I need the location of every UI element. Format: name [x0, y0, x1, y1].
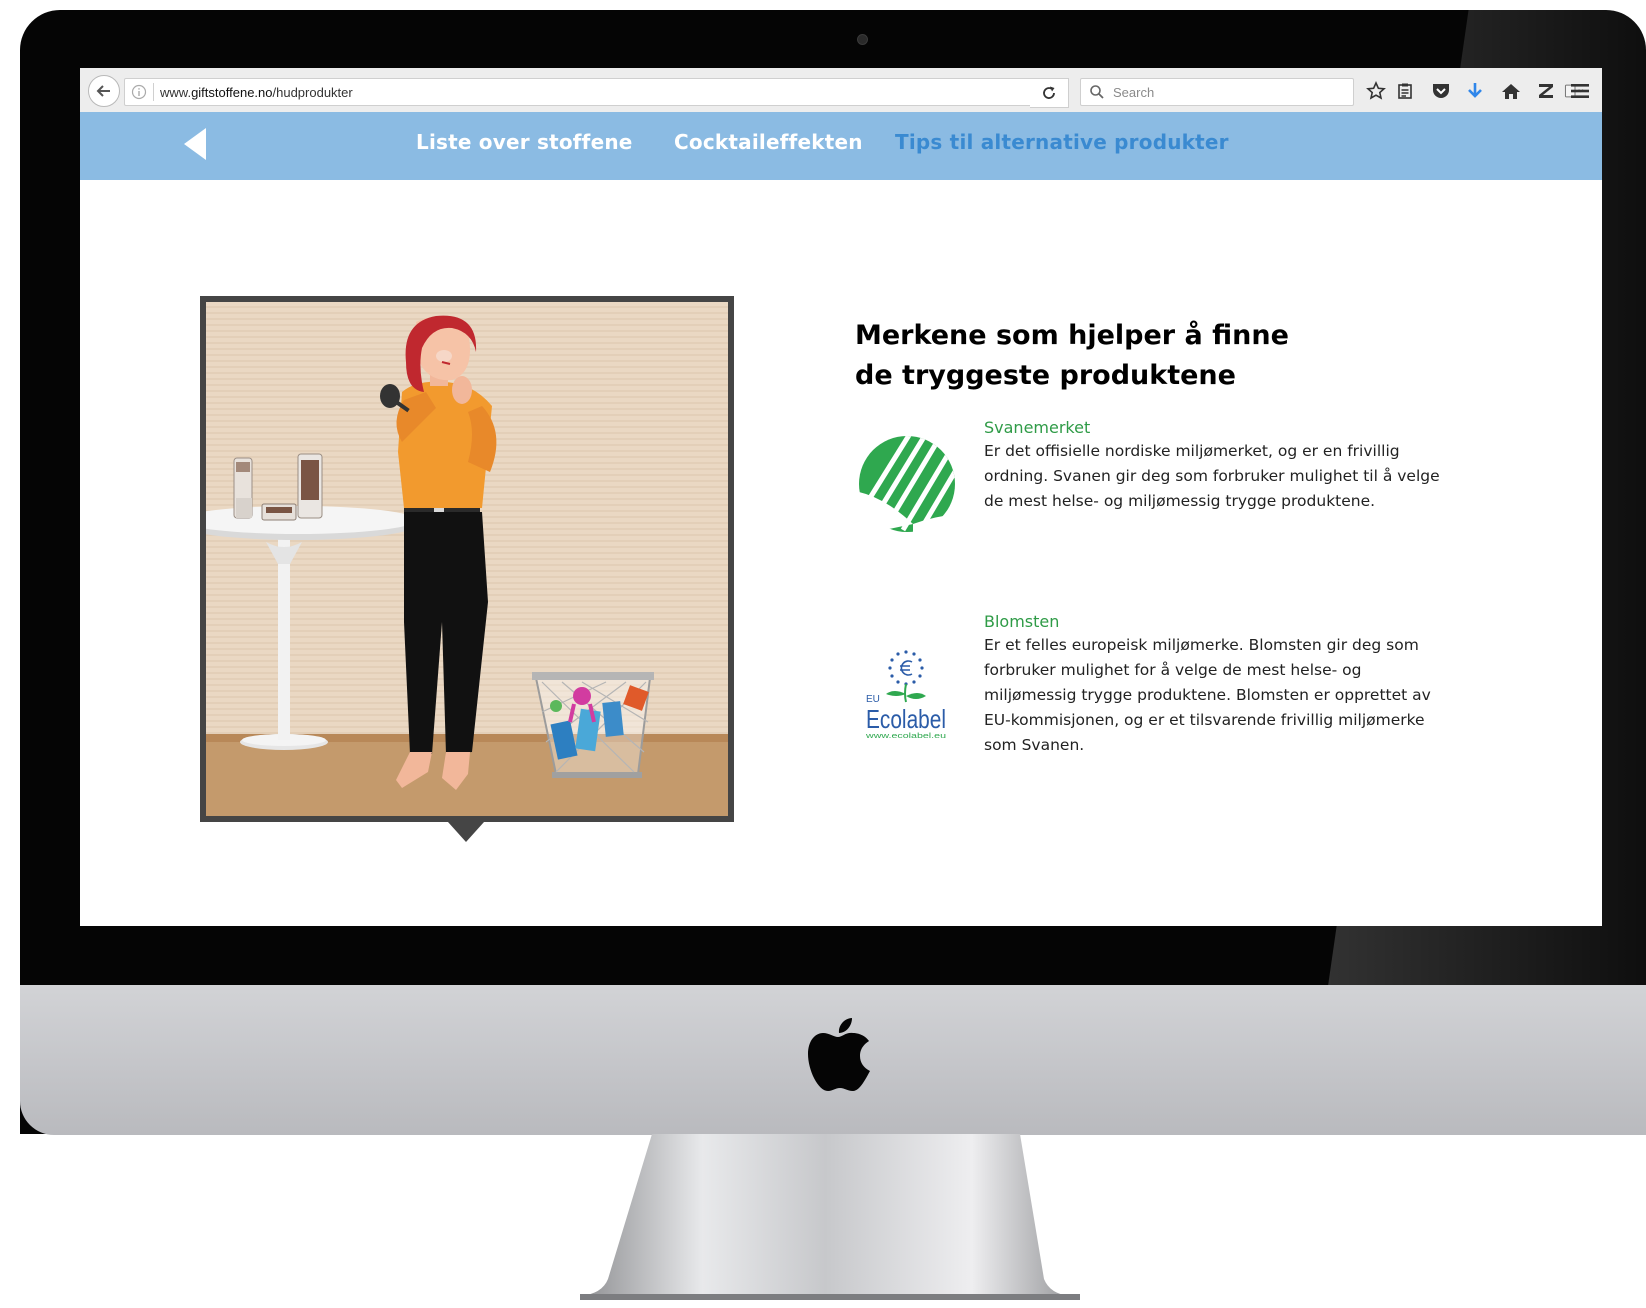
apple-logo-icon — [808, 1018, 870, 1091]
download-arrow-icon — [1468, 83, 1482, 98]
label-text-blomsten: Er et felles europeisk miljømerke. Bloms… — [984, 636, 1431, 754]
eu-ecolabel-flower-logo: EU Ecolabel www.ecolabel.eu — [858, 644, 954, 746]
label-title-blomsten: Blomsten — [984, 612, 1060, 631]
label-title-svanemerket: Svanemerket — [984, 418, 1091, 437]
page-headline: Merkene som hjelper å finne de tryggeste… — [855, 316, 1415, 396]
hamburger-icon — [1571, 84, 1589, 98]
hamburger-menu-button[interactable] — [1569, 80, 1591, 102]
headline-line-1: Merkene som hjelper å finne — [855, 320, 1289, 351]
reload-button[interactable] — [1030, 78, 1069, 108]
nav-liste-over-stoffene[interactable]: Liste over stoffene — [416, 130, 633, 154]
home-icon — [1502, 84, 1520, 99]
nav-back-triangle-icon[interactable] — [180, 126, 210, 162]
ecolabel-word-text: Ecolabel — [866, 704, 946, 734]
pocket-button[interactable] — [1430, 80, 1452, 102]
camera — [857, 34, 868, 45]
illustration-frame — [200, 296, 734, 822]
zotero-button[interactable] — [1535, 80, 1557, 102]
woman-applying-makeup-illustration — [206, 302, 728, 816]
bookmark-star-button[interactable] — [1365, 80, 1387, 102]
label-svanemerket: Svanemerket Er det offisielle nordiske m… — [984, 418, 1454, 514]
star-icon — [1366, 81, 1386, 100]
illustration-pointer — [448, 822, 484, 842]
url-domain: giftstoffene.no — [191, 84, 273, 100]
reload-icon — [1043, 86, 1055, 99]
site-nav: Liste over stoffene Cocktaileffekten Tip… — [80, 112, 1602, 180]
label-text-svanemerket: Er det offisielle nordiske miljømerket, … — [984, 442, 1440, 510]
headline-line-2: de tryggeste produktene — [855, 360, 1236, 391]
nav-tips-alternative-produkter[interactable]: Tips til alternative produkter — [895, 130, 1229, 154]
screen: www.giftstoffene.no/hudprodukter Search — [80, 68, 1602, 926]
illustration — [206, 302, 728, 816]
monitor-stand — [580, 1134, 1080, 1300]
url-path: /hudprodukter — [272, 84, 353, 100]
url-separator — [153, 83, 154, 101]
address-bar[interactable]: www.giftstoffene.no/hudprodukter — [124, 78, 1032, 106]
nordic-swan-ecolabel-logo — [855, 436, 959, 536]
label-blomsten: Blomsten Er et felles europeisk miljømer… — [984, 612, 1454, 758]
nav-cocktaileffekten[interactable]: Cocktaileffekten — [674, 130, 863, 154]
search-input[interactable]: Search — [1080, 78, 1354, 106]
url-prefix: www. — [160, 84, 192, 100]
zotero-z-icon — [1539, 84, 1553, 98]
pocket-icon — [1433, 84, 1449, 98]
ecolabel-site-text: www.ecolabel.eu — [864, 733, 946, 740]
url-text: www.giftstoffene.no/hudprodukter — [160, 85, 353, 100]
search-icon — [1090, 85, 1104, 99]
search-placeholder: Search — [1113, 84, 1155, 100]
browser-back-button[interactable] — [88, 75, 120, 107]
browser-toolbar: www.giftstoffene.no/hudprodukter Search — [80, 68, 1602, 113]
reading-list-button[interactable] — [1394, 80, 1416, 102]
downloads-button[interactable] — [1464, 80, 1486, 102]
info-icon — [131, 84, 147, 100]
arrow-left-icon — [96, 85, 110, 97]
home-button[interactable] — [1500, 80, 1522, 102]
clipboard-icon — [1398, 83, 1412, 99]
